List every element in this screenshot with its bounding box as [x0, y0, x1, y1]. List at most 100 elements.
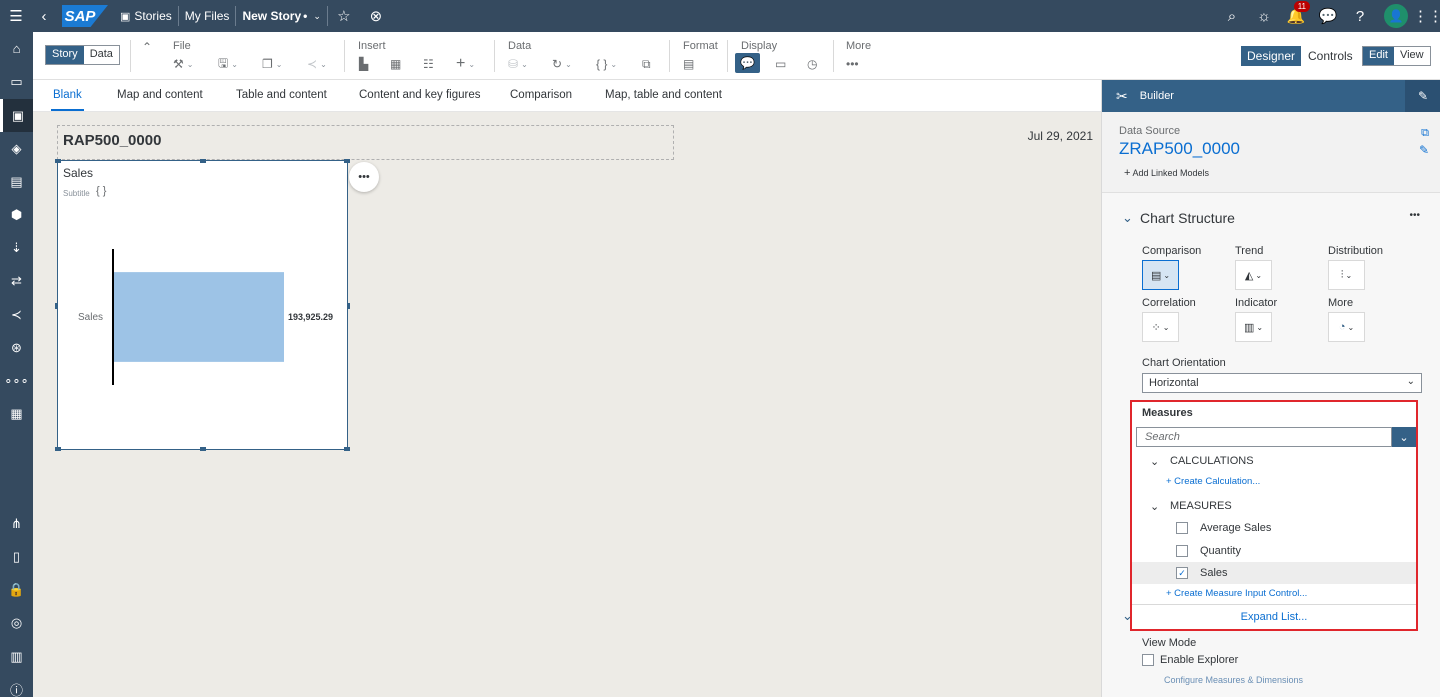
- resize-handle[interactable]: [347, 303, 350, 309]
- more-actions-icon[interactable]: •••: [846, 55, 859, 73]
- story-name-menu[interactable]: New Story • ⌄: [236, 6, 328, 26]
- tab-content-and-key-figures[interactable]: Content and key figures: [359, 89, 480, 101]
- avatar[interactable]: 👤: [1384, 4, 1408, 28]
- enable-explorer-checkbox[interactable]: [1142, 654, 1154, 666]
- chart-subtitle[interactable]: Subtitle: [63, 189, 90, 198]
- analytic-apps-icon[interactable]: ◈: [0, 132, 33, 165]
- story-canvas[interactable]: RAP500_0000 Jul 29, 2021 Sales Subtitle …: [33, 112, 1101, 697]
- grid-layout-icon[interactable]: ▭: [775, 55, 786, 73]
- stories-link[interactable]: ▣ Stories: [114, 6, 179, 26]
- my-files-link[interactable]: My Files: [179, 6, 237, 26]
- performance-gauge-icon[interactable]: ◷: [807, 55, 817, 73]
- measures-group[interactable]: ⌄ MEASURES: [1132, 495, 1416, 517]
- edit-mode-button[interactable]: Edit: [1363, 47, 1394, 65]
- search-icon[interactable]: ⌕: [1216, 0, 1248, 32]
- connections-icon[interactable]: ⇄: [0, 264, 33, 297]
- insert-table-icon[interactable]: ▦: [390, 55, 401, 73]
- resize-handle[interactable]: [200, 159, 206, 163]
- measure-item-sales[interactable]: ✓ Sales: [1132, 562, 1416, 584]
- resize-handle[interactable]: [55, 447, 61, 451]
- page-title[interactable]: RAP500_0000: [63, 132, 161, 149]
- deployment-icon[interactable]: ◎: [0, 606, 33, 639]
- data-management-icon[interactable]: ⇣: [0, 231, 33, 264]
- copy-icon[interactable]: ❐ ⌄: [262, 55, 282, 73]
- insert-chart-icon[interactable]: ▙: [359, 55, 368, 73]
- tab-table-and-content[interactable]: Table and content: [236, 89, 327, 101]
- expand-list-link[interactable]: Expand List...: [1132, 604, 1416, 629]
- chart-orientation-select[interactable]: Horizontal ⌄: [1142, 373, 1422, 393]
- favorite-star-icon[interactable]: ☆: [328, 0, 360, 32]
- tab-comparison[interactable]: Comparison: [510, 89, 572, 101]
- back-icon[interactable]: ‹: [32, 0, 56, 32]
- styling-brush-icon[interactable]: ✎: [1405, 80, 1440, 112]
- add-linked-models-link[interactable]: + Add Linked Models: [1124, 167, 1209, 179]
- builder-tools-icon[interactable]: ✂: [1116, 88, 1128, 105]
- data-source-name[interactable]: ZRAP500_0000: [1119, 139, 1240, 159]
- resize-handle[interactable]: [344, 159, 350, 163]
- notifications-icon[interactable]: 🔔 11: [1280, 0, 1312, 32]
- resize-handle[interactable]: [200, 447, 206, 451]
- process-flow-icon[interactable]: ∘∘∘: [0, 364, 33, 397]
- measure-item-quantity[interactable]: Quantity: [1132, 540, 1416, 562]
- measure-checkbox[interactable]: [1176, 545, 1188, 557]
- indicator-chart-button[interactable]: ▥ ⌄: [1235, 312, 1272, 342]
- formula-braces-icon[interactable]: { } ⌄: [596, 55, 617, 73]
- close-story-icon[interactable]: ⊗: [360, 0, 392, 32]
- designer-button[interactable]: Designer: [1241, 46, 1302, 66]
- configure-measures-dimensions-link[interactable]: Configure Measures & Dimensions: [1164, 675, 1303, 685]
- bar-chart[interactable]: Sales 193,925.29: [58, 241, 347, 461]
- controls-button[interactable]: Controls: [1302, 46, 1359, 66]
- widget-more-actions-button[interactable]: •••: [349, 162, 379, 192]
- app-grid-icon[interactable]: ⋮⋮: [1413, 0, 1440, 32]
- hidden-section-chevron-icon[interactable]: ⌄: [1122, 608, 1133, 624]
- tab-map-and-content[interactable]: Map and content: [117, 89, 203, 101]
- data-mode-button[interactable]: Data: [84, 46, 119, 64]
- chart-title[interactable]: Sales: [63, 166, 93, 180]
- more-chart-button[interactable]: ◔ ⌄: [1328, 312, 1365, 342]
- measure-item-average-sales[interactable]: Average Sales: [1132, 517, 1416, 539]
- linked-analysis-icon[interactable]: ⧉: [642, 55, 651, 73]
- create-measure-input-control-link[interactable]: + Create Measure Input Control...: [1166, 588, 1307, 599]
- security-lock-icon[interactable]: 🔒: [0, 573, 33, 606]
- help-icon[interactable]: ?: [1344, 0, 1376, 32]
- comparison-chart-button[interactable]: ▤ ⌄: [1142, 260, 1179, 290]
- chart-structure-title[interactable]: Chart Structure: [1140, 210, 1235, 226]
- data-analyzer-icon[interactable]: ⬢: [0, 198, 33, 231]
- refresh-icon[interactable]: ↻ ⌄: [552, 55, 572, 73]
- enable-explorer-option[interactable]: Enable Explorer: [1142, 654, 1238, 666]
- calculations-group[interactable]: ⌄ CALCULATIONS: [1132, 450, 1416, 472]
- comments-icon[interactable]: 💬: [735, 53, 760, 73]
- view-mode-button[interactable]: View: [1394, 47, 1430, 65]
- tab-map-table-and-content[interactable]: Map, table and content: [605, 89, 722, 101]
- network-icon[interactable]: ⋔: [0, 507, 33, 540]
- edit-pencil-icon[interactable]: ✎: [1419, 143, 1429, 157]
- share-icon[interactable]: ≺: [0, 298, 33, 331]
- trend-chart-button[interactable]: ◭ ⌄: [1235, 260, 1272, 290]
- add-more-icon[interactable]: + ⌄: [456, 55, 475, 73]
- system-icon[interactable]: ▥: [0, 640, 33, 673]
- collapse-toolbar-icon[interactable]: ⌃: [142, 38, 152, 56]
- create-calculation-link[interactable]: + Create Calculation...: [1166, 476, 1260, 487]
- chart-widget[interactable]: Sales Subtitle { } Sales 193,925.29: [55, 159, 350, 451]
- insert-input-control-icon[interactable]: ☷: [423, 55, 434, 73]
- catalog-icon[interactable]: ▯: [0, 540, 33, 573]
- chart-structure-chevron-icon[interactable]: ⌄: [1122, 210, 1133, 226]
- explorer-binoculars-icon[interactable]: ⊛: [0, 331, 33, 364]
- measures-dropdown-toggle[interactable]: ⌄: [1392, 427, 1416, 447]
- tab-blank[interactable]: Blank: [51, 89, 84, 111]
- lightbulb-icon[interactable]: ☼: [1248, 0, 1280, 32]
- calendar-icon[interactable]: ▦: [0, 397, 33, 430]
- measure-checkbox-checked[interactable]: ✓: [1176, 567, 1188, 579]
- stories-nav-icon[interactable]: ▣: [0, 99, 33, 132]
- story-mode-button[interactable]: Story: [46, 46, 84, 64]
- bar[interactable]: [114, 272, 284, 362]
- resize-handle[interactable]: [344, 447, 350, 451]
- info-icon[interactable]: ⓘ: [0, 673, 33, 697]
- share-toolbar-icon[interactable]: ≺ ⌄: [307, 55, 327, 73]
- discussions-icon[interactable]: 💬: [1312, 0, 1344, 32]
- tools-wrench-icon[interactable]: ⚒ ⌄: [173, 55, 193, 73]
- data-source-icon[interactable]: ⛁ ⌄: [508, 55, 528, 73]
- distribution-chart-button[interactable]: ⫶ ⌄: [1328, 260, 1365, 290]
- modeler-icon[interactable]: ▤: [0, 165, 33, 198]
- home-icon[interactable]: ⌂: [0, 32, 33, 65]
